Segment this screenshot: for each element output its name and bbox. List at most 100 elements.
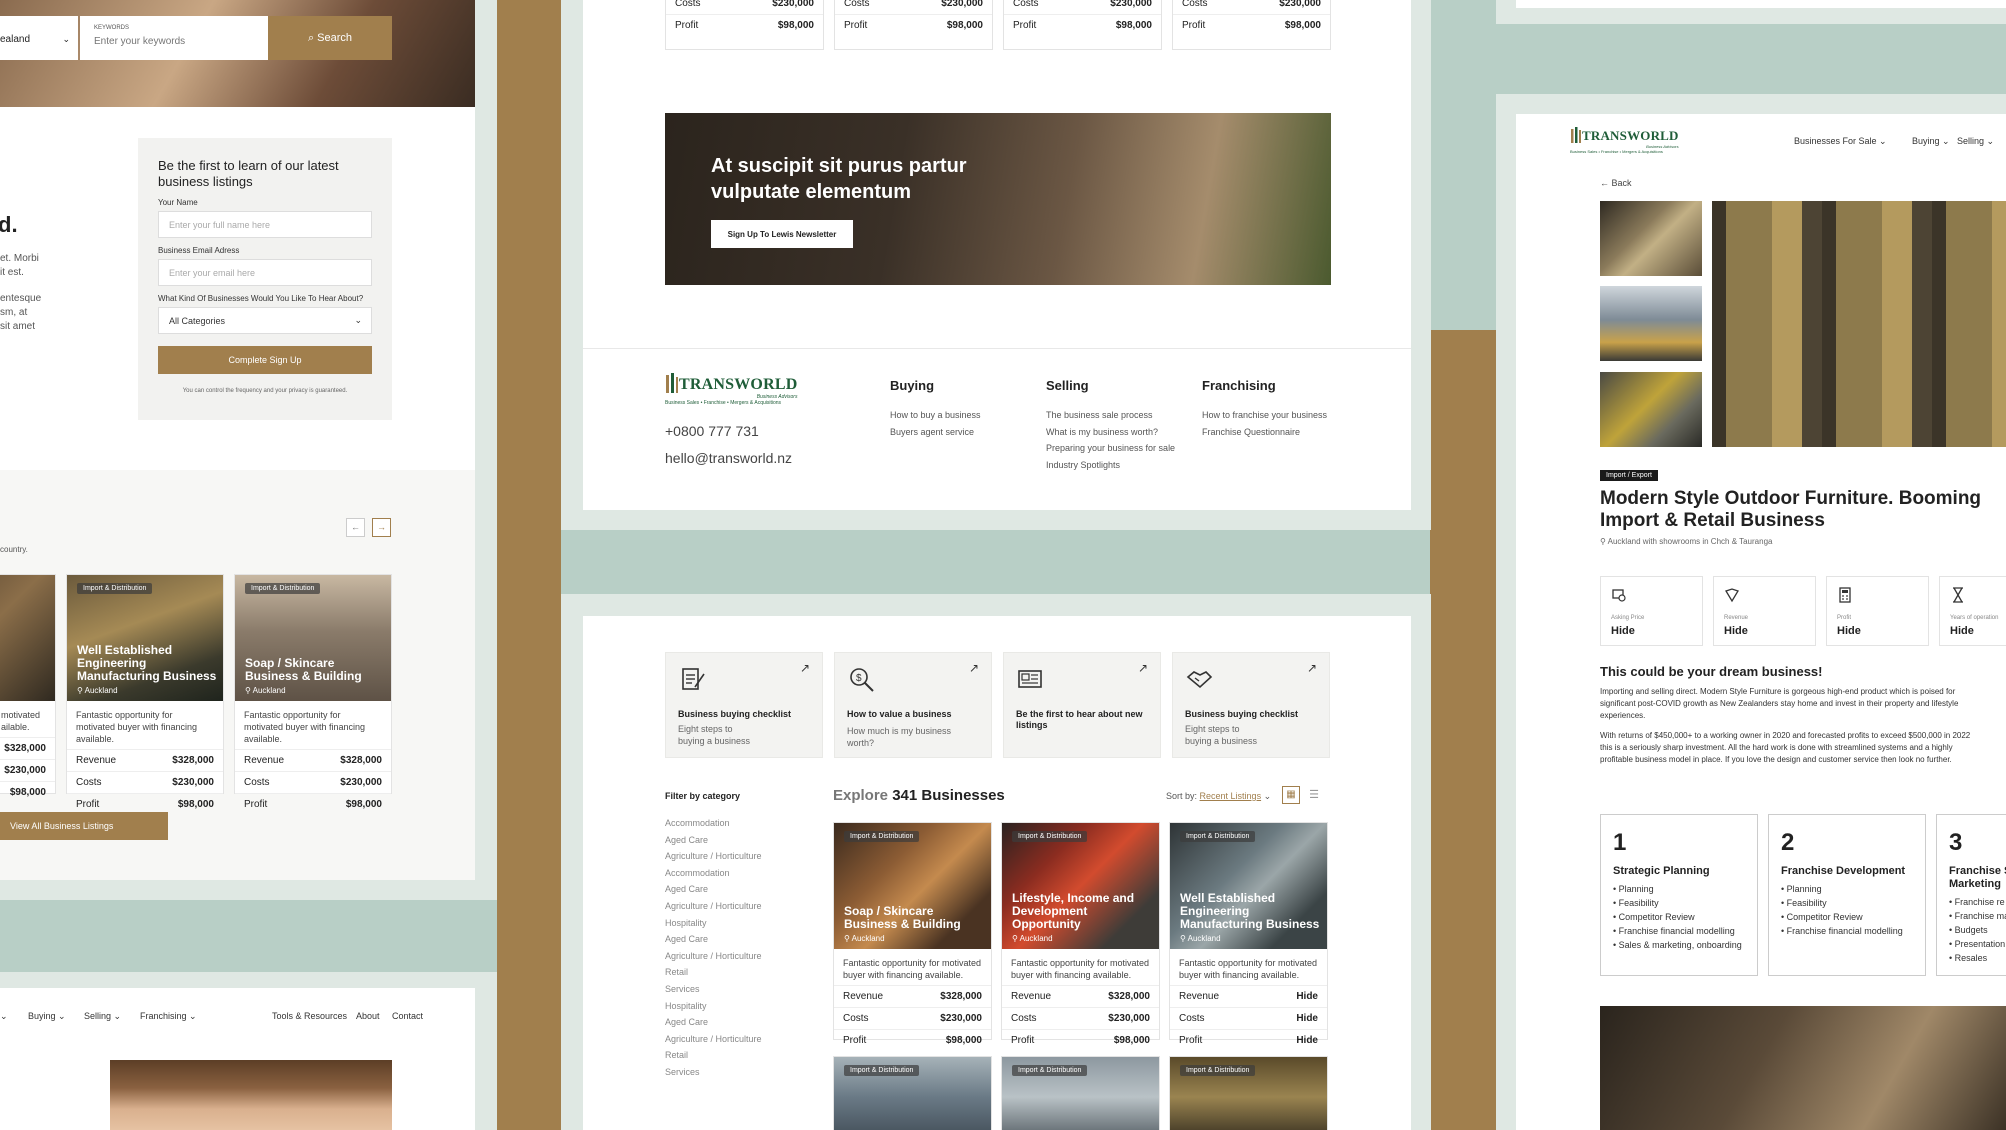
gallery-thumb[interactable] bbox=[1600, 286, 1702, 361]
row-value: Hide bbox=[1296, 991, 1318, 1002]
category-filter-item[interactable]: Agriculture / Horticulture bbox=[665, 851, 785, 868]
row-value: $98,000 bbox=[1115, 20, 1152, 31]
footer-link[interactable]: How to franchise your business bbox=[1202, 407, 1327, 424]
category-filter-item[interactable]: Services bbox=[665, 984, 785, 1001]
category-filter-item[interactable]: Accommodation bbox=[665, 868, 785, 885]
category-filter-item[interactable]: Retail bbox=[665, 1050, 785, 1067]
resource-card[interactable]: $ ↗ How to value a business How much is … bbox=[834, 652, 992, 758]
stat-value: Hide bbox=[1950, 625, 1974, 637]
footer-link[interactable]: Franchise Questionnaire bbox=[1202, 424, 1327, 441]
nav-buying[interactable]: Buying ⌄ bbox=[28, 1011, 66, 1022]
category-filter-item[interactable]: Aged Care bbox=[665, 835, 785, 852]
row-value: $230,000 bbox=[1108, 1013, 1150, 1024]
listing-card-cropped[interactable]: Costs $230,000 Profit $98,000 bbox=[665, 0, 824, 50]
category-filter-item[interactable]: Agriculture / Horticulture bbox=[665, 901, 785, 918]
listing-card[interactable]: motivated ailable. $328,000 $230,000 $98… bbox=[0, 574, 56, 798]
listing-card-cropped[interactable]: Costs $230,000 Profit $98,000 bbox=[1003, 0, 1162, 50]
location-select[interactable]: ealand ⌄ bbox=[0, 16, 78, 60]
resource-card[interactable]: ↗ Business buying checklist Eight steps … bbox=[665, 652, 823, 758]
footer-link[interactable]: What is my business worth? bbox=[1046, 424, 1175, 441]
step-item: Sales & marketing, onboarding bbox=[1613, 938, 1745, 952]
chevron-down-icon: ⌄ bbox=[62, 34, 70, 44]
view-all-listings-button[interactable]: View All Business Listings bbox=[0, 812, 168, 840]
listing-row: Revenue $328,000 bbox=[235, 749, 391, 771]
category-filter-item[interactable]: Retail bbox=[665, 967, 785, 984]
listing-card[interactable]: Import & Distribution Soap / Skincare Bu… bbox=[234, 574, 392, 810]
process-step: 1 Strategic Planning Planning Feasibilit… bbox=[1600, 814, 1758, 976]
footer-phone[interactable]: +0800 777 731 bbox=[665, 423, 759, 439]
header-logo[interactable]: TRANSWORLD Business Advisors Business Sa… bbox=[1570, 126, 1679, 154]
footer-link[interactable]: Buyers agent service bbox=[890, 424, 981, 441]
logo-mark-icon bbox=[666, 373, 678, 393]
listing-card[interactable]: Import & Distribution bbox=[1001, 1056, 1160, 1130]
footer-link[interactable]: How to buy a business bbox=[890, 407, 981, 424]
listing-card[interactable]: Import & Distribution Soap / Skincare Bu… bbox=[833, 822, 992, 1046]
sort-control[interactable]: Sort by: Recent Listings ⌄ bbox=[1166, 791, 1271, 802]
nav-franchising[interactable]: Franchising ⌄ bbox=[140, 1011, 197, 1022]
listing-card[interactable]: Import & Distribution bbox=[833, 1056, 992, 1130]
name-input[interactable]: Enter your full name here bbox=[158, 211, 372, 238]
listing-card[interactable]: Import & Distribution Well Established E… bbox=[1169, 822, 1328, 1046]
footer-email[interactable]: hello@transworld.nz bbox=[665, 450, 792, 466]
category-filter-item[interactable]: Hospitality bbox=[665, 918, 785, 935]
footer-link[interactable]: Industry Spotlights bbox=[1046, 457, 1175, 474]
country-fragment: country. bbox=[0, 545, 28, 554]
listing-card[interactable]: Import & Distribution Well Established E… bbox=[66, 574, 224, 810]
nav-about[interactable]: About bbox=[356, 1011, 380, 1021]
row-label: Costs bbox=[675, 0, 701, 9]
footer-link[interactable]: Preparing your business for sale bbox=[1046, 440, 1175, 457]
gallery-main-photo[interactable] bbox=[1712, 201, 2006, 447]
nav-buying[interactable]: Buying ⌄ bbox=[1912, 136, 1950, 147]
prev-arrow-button[interactable]: ← bbox=[346, 518, 365, 537]
step-item: Feasibility bbox=[1613, 896, 1745, 910]
category-list: Accommodation Aged Care Agriculture / Hort… bbox=[665, 818, 785, 1084]
nav-tools[interactable]: Tools & Resources bbox=[272, 1011, 347, 1021]
category-filter-item[interactable]: Accommodation bbox=[665, 818, 785, 835]
stat-card: Revenue Hide bbox=[1713, 576, 1816, 646]
portrait-photo bbox=[110, 1060, 392, 1130]
gallery-thumb[interactable] bbox=[1600, 372, 1702, 447]
nav-selling[interactable]: Selling ⌄ bbox=[84, 1011, 121, 1022]
search-button[interactable]: ⌕ Search bbox=[268, 16, 392, 60]
category-filter-item[interactable]: Agriculture / Horticulture bbox=[665, 1034, 785, 1051]
logo-mark-icon bbox=[1571, 127, 1581, 143]
keywords-field[interactable]: KEYWORDS bbox=[80, 16, 268, 60]
listing-card-cropped[interactable]: Costs $230,000 Profit $98,000 bbox=[1172, 0, 1331, 50]
grid-view-icon[interactable]: ▦ bbox=[1282, 786, 1300, 804]
category-filter-item[interactable]: Aged Care bbox=[665, 884, 785, 901]
category-tag: Import & Distribution bbox=[1180, 831, 1256, 842]
newsletter-signup-button[interactable]: Sign Up To Lewis Newsletter bbox=[711, 220, 853, 248]
complete-signup-button[interactable]: Complete Sign Up bbox=[158, 346, 372, 374]
keywords-input[interactable] bbox=[94, 36, 254, 47]
listing-card[interactable]: Import & Distribution Lifestyle, Income … bbox=[1001, 822, 1160, 1046]
nav-selling[interactable]: Selling ⌄ bbox=[1957, 136, 1994, 147]
category-filter-item[interactable]: Aged Care bbox=[665, 1017, 785, 1034]
next-arrow-button[interactable]: → bbox=[372, 518, 391, 537]
process-step: 2 Franchise Development Planning Feasibi… bbox=[1768, 814, 1926, 976]
nav-contact[interactable]: Contact bbox=[392, 1011, 423, 1021]
footer-link[interactable]: The business sale process bbox=[1046, 407, 1175, 424]
category-filter-item[interactable]: Agriculture / Horticulture bbox=[665, 951, 785, 968]
back-link[interactable]: ← Back bbox=[1600, 178, 1632, 188]
row-value: $98,000 bbox=[177, 799, 214, 810]
gallery-thumb[interactable] bbox=[1600, 201, 1702, 276]
nav-businesses-for-sale[interactable]: Businesses For Sale ⌄ bbox=[1794, 136, 1887, 147]
category-filter-item[interactable]: Aged Care bbox=[665, 934, 785, 951]
newsletter-banner: At suscipit sit purus partur vulputate e… bbox=[665, 113, 1331, 285]
listing-card-cropped[interactable]: Costs $230,000 Profit $98,000 bbox=[834, 0, 993, 50]
interest-select[interactable]: All Categories ⌄ bbox=[158, 307, 372, 334]
list-view-icon[interactable]: ☰ bbox=[1305, 786, 1323, 804]
email-input[interactable]: Enter your email here bbox=[158, 259, 372, 286]
resource-card[interactable]: ↗ Be the first to hear about new listing… bbox=[1003, 652, 1161, 758]
category-filter-item[interactable]: Hospitality bbox=[665, 1001, 785, 1018]
search-icon: ⌕ bbox=[307, 32, 318, 44]
footer-logo[interactable]: TRANSWORLD Business Advisors Business Sa… bbox=[665, 372, 797, 406]
resource-card[interactable]: ↗ Business buying checklist Eight steps … bbox=[1172, 652, 1330, 758]
listing-card[interactable]: Import & Distribution bbox=[1169, 1056, 1328, 1130]
chevron-down-icon: ⌄ bbox=[1263, 791, 1272, 801]
row-value: $98,000 bbox=[1113, 1035, 1150, 1046]
row-label: Profit bbox=[1179, 1035, 1203, 1046]
category-filter-item[interactable]: Services bbox=[665, 1067, 785, 1084]
middle-top-page: Costs $230,000 Profit $98,000 Costs $230,00… bbox=[583, 0, 1411, 510]
category-tag: Import & Distribution bbox=[245, 583, 321, 594]
